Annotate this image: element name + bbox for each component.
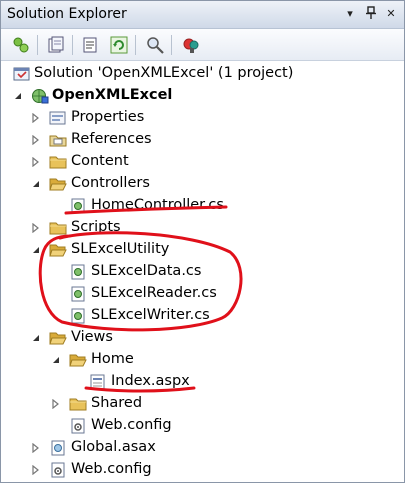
csharp-file-icon bbox=[69, 286, 87, 302]
tree-item-shared[interactable]: Shared bbox=[1, 393, 404, 415]
pin-icon[interactable] bbox=[363, 6, 379, 22]
collapsed-arrow-icon[interactable] bbox=[31, 443, 41, 453]
tree-label: SLExcelReader.cs bbox=[91, 285, 217, 301]
tree-label: Properties bbox=[71, 109, 145, 125]
tree-label: Scripts bbox=[71, 219, 121, 235]
config-file-icon bbox=[69, 418, 87, 434]
tree-item-slexcelwriter[interactable]: SLExcelWriter.cs bbox=[1, 305, 404, 327]
folder-open-icon bbox=[49, 330, 67, 346]
tree-label: Content bbox=[71, 153, 129, 169]
tree-item-references[interactable]: References bbox=[1, 129, 404, 151]
view-designer-icon[interactable] bbox=[145, 35, 165, 55]
tree-item-webconfig[interactable]: Web.config bbox=[1, 459, 404, 481]
solution-tree: Solution 'OpenXMLExcel' (1 project) Open… bbox=[1, 61, 404, 482]
tree-label: HomeController.cs bbox=[91, 197, 224, 213]
collapsed-arrow-icon[interactable] bbox=[31, 113, 41, 123]
window-title: Solution Explorer bbox=[7, 6, 127, 22]
csharp-file-icon bbox=[69, 198, 87, 214]
tree-item-global-asax[interactable]: Global.asax bbox=[1, 437, 404, 459]
tree-item-home-controller[interactable]: HomeController.cs bbox=[1, 195, 404, 217]
expanded-arrow-icon[interactable] bbox=[31, 245, 41, 255]
tree-item-slexcelutility[interactable]: SLExcelUtility bbox=[1, 239, 404, 261]
tree-label: Global.asax bbox=[71, 439, 156, 455]
tree-label: References bbox=[71, 131, 152, 147]
tree-label: Web.config bbox=[71, 461, 152, 477]
tree-label: Shared bbox=[91, 395, 143, 411]
collapsed-arrow-icon[interactable] bbox=[31, 135, 41, 145]
tree-item-scripts[interactable]: Scripts bbox=[1, 217, 404, 239]
tree-label: Index.aspx bbox=[111, 373, 190, 389]
tree-label: SLExcelData.cs bbox=[91, 263, 202, 279]
folder-icon bbox=[69, 396, 87, 412]
tree-item-views[interactable]: Views bbox=[1, 327, 404, 349]
show-all-files-icon[interactable] bbox=[46, 35, 66, 55]
csharp-file-icon bbox=[69, 264, 87, 280]
tree-item-views-webconfig[interactable]: Web.config bbox=[1, 415, 404, 437]
web-project-icon bbox=[31, 88, 49, 104]
solution-explorer-window: Solution Explorer ▾ ✕ Solution 'OpenXMLE… bbox=[0, 0, 405, 483]
tree-label: OpenXMLExcel bbox=[52, 87, 173, 103]
title-bar: Solution Explorer ▾ ✕ bbox=[1, 1, 404, 29]
expanded-arrow-icon[interactable] bbox=[31, 333, 41, 343]
expanded-arrow-icon[interactable] bbox=[51, 355, 61, 365]
solution-icon bbox=[13, 66, 31, 82]
toolbar bbox=[1, 29, 404, 61]
tree-label: Controllers bbox=[71, 175, 150, 191]
tree-item-properties[interactable]: Properties bbox=[1, 107, 404, 129]
tree-label: Views bbox=[71, 329, 113, 345]
tree-item-project[interactable]: OpenXMLExcel bbox=[1, 85, 404, 107]
properties-icon[interactable] bbox=[11, 35, 31, 55]
folder-open-icon bbox=[69, 352, 87, 368]
csharp-file-icon bbox=[69, 308, 87, 324]
tree-item-controllers[interactable]: Controllers bbox=[1, 173, 404, 195]
expanded-arrow-icon[interactable] bbox=[31, 179, 41, 189]
folder-open-icon bbox=[49, 176, 67, 192]
folder-open-icon bbox=[49, 242, 67, 258]
collapsed-arrow-icon[interactable] bbox=[51, 399, 61, 409]
tree-item-solution[interactable]: Solution 'OpenXMLExcel' (1 project) bbox=[1, 63, 404, 85]
tree-label: SLExcelWriter.cs bbox=[91, 307, 210, 323]
folder-icon bbox=[49, 154, 67, 170]
refresh-icon[interactable] bbox=[109, 35, 129, 55]
class-diagram-icon[interactable] bbox=[181, 35, 201, 55]
close-icon[interactable]: ✕ bbox=[383, 6, 399, 22]
tree-item-content[interactable]: Content bbox=[1, 151, 404, 173]
global-asax-icon bbox=[49, 440, 67, 456]
expanded-arrow-icon[interactable] bbox=[13, 91, 23, 101]
view-code-icon[interactable] bbox=[81, 35, 101, 55]
config-file-icon bbox=[49, 462, 67, 478]
tree-item-index-aspx[interactable]: Index.aspx bbox=[1, 371, 404, 393]
tree-label: SLExcelUtility bbox=[71, 241, 170, 257]
tree-item-slexceldata[interactable]: SLExcelData.cs bbox=[1, 261, 404, 283]
tree-label: Home bbox=[91, 351, 134, 367]
aspx-file-icon bbox=[89, 374, 107, 390]
tree-label: Solution 'OpenXMLExcel' (1 project) bbox=[34, 65, 294, 81]
collapsed-arrow-icon[interactable] bbox=[31, 465, 41, 475]
properties-icon bbox=[49, 110, 67, 126]
tree-item-slexcelreader[interactable]: SLExcelReader.cs bbox=[1, 283, 404, 305]
tree-item-home[interactable]: Home bbox=[1, 349, 404, 371]
dropdown-icon[interactable]: ▾ bbox=[342, 6, 358, 22]
folder-icon bbox=[49, 220, 67, 236]
collapsed-arrow-icon[interactable] bbox=[31, 223, 41, 233]
references-icon bbox=[49, 132, 67, 148]
collapsed-arrow-icon[interactable] bbox=[31, 157, 41, 167]
tree-label: Web.config bbox=[91, 417, 172, 433]
